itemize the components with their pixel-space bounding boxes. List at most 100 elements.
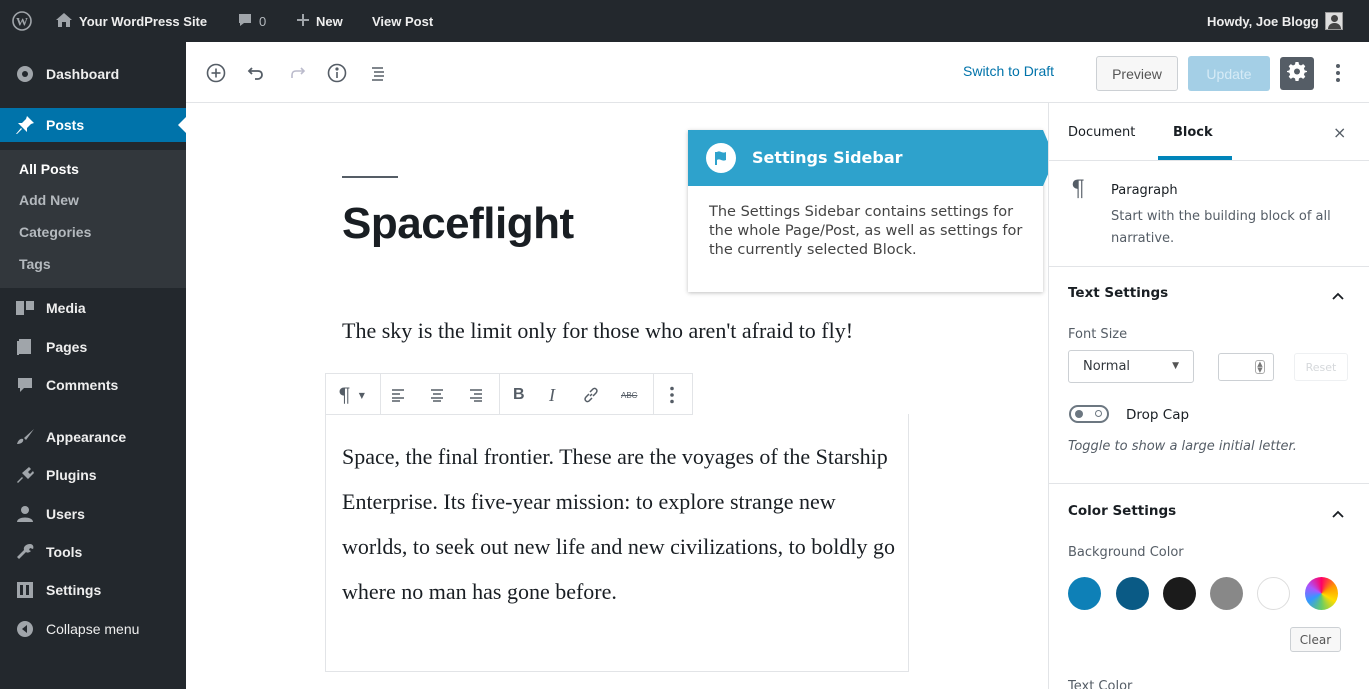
paragraph-icon: ¶	[338, 383, 351, 407]
wordpress-logo-icon[interactable]: W	[12, 0, 32, 42]
pages-icon	[14, 336, 36, 358]
sidebar-item-media[interactable]: Media	[0, 291, 186, 325]
font-size-value: Normal	[1083, 359, 1131, 374]
block-switcher-button[interactable]: ¶ ▼	[338, 383, 365, 407]
text-settings-toggle[interactable]: Text Settings	[1068, 285, 1168, 301]
paragraph-block[interactable]: The sky is the limit only for those who …	[342, 312, 902, 374]
color-settings-toggle[interactable]: Color Settings	[1068, 503, 1176, 519]
title-separator	[342, 176, 398, 178]
settings-toggle-button[interactable]	[1280, 57, 1314, 90]
sidebar-item-posts[interactable]: Posts	[0, 108, 186, 142]
sidebar-tabs: Document Block ×	[1049, 103, 1369, 161]
align-right-icon[interactable]	[468, 384, 484, 406]
link-icon[interactable]	[582, 384, 600, 406]
posts-submenu: All Posts Add New Categories Tags	[0, 150, 186, 288]
chevron-up-icon[interactable]	[1332, 505, 1344, 524]
reset-font-size-button[interactable]: Reset	[1294, 353, 1348, 381]
sidebar-item-plugins[interactable]: Plugins	[0, 458, 186, 492]
redo-icon[interactable]	[284, 60, 310, 86]
tab-document[interactable]: Document	[1068, 125, 1135, 140]
sidebar-item-settings[interactable]: Settings	[0, 573, 186, 607]
post-title[interactable]: Spaceflight	[342, 199, 574, 249]
site-name-link[interactable]: Your WordPress Site	[55, 0, 207, 42]
info-icon[interactable]	[324, 60, 350, 86]
block-navigation-icon[interactable]	[365, 60, 391, 86]
strikethrough-button[interactable]: ABC	[621, 384, 637, 406]
sidebar-item-label: Dashboard	[46, 66, 120, 82]
color-swatch-white[interactable]	[1257, 577, 1290, 610]
plus-icon	[296, 13, 310, 30]
update-button[interactable]: Update	[1188, 56, 1270, 91]
wrench-icon	[14, 541, 36, 563]
submenu-tags[interactable]: Tags	[19, 256, 51, 272]
admin-sidebar: Dashboard Posts All Posts Add New Catego…	[0, 42, 186, 689]
drop-cap-help: Toggle to show a large initial letter.	[1068, 439, 1297, 454]
new-content-link[interactable]: New	[296, 0, 343, 42]
paragraph-block-text[interactable]: Space, the final frontier. These are the…	[342, 434, 897, 614]
avatar	[1324, 12, 1343, 30]
toolbar-divider	[499, 374, 500, 415]
add-block-icon[interactable]	[203, 60, 229, 86]
align-left-icon[interactable]	[390, 384, 406, 406]
close-icon[interactable]: ×	[1333, 123, 1346, 142]
paragraph-icon: ¶	[1071, 177, 1085, 202]
custom-color-picker-swatch[interactable]	[1305, 577, 1338, 610]
view-post-link[interactable]: View Post	[372, 0, 433, 42]
spinner-icon[interactable]: ▲ ▼	[1255, 360, 1265, 374]
sidebar-item-label: Comments	[46, 377, 119, 393]
drop-cap-label: Drop Cap	[1126, 407, 1190, 423]
comment-bubble-icon	[237, 12, 253, 31]
toolbar-divider	[653, 374, 654, 415]
italic-button[interactable]: I	[549, 384, 555, 406]
chevron-up-icon[interactable]	[1332, 287, 1344, 306]
block-card: ¶ Paragraph Start with the building bloc…	[1049, 161, 1369, 267]
account-menu[interactable]: Howdy, Joe Blogg	[1207, 0, 1343, 42]
color-swatch-dark-blue[interactable]	[1116, 577, 1149, 610]
sidebar-item-label: Pages	[46, 339, 88, 355]
submenu-add-new[interactable]: Add New	[19, 192, 79, 208]
text-color-label: Text Color	[1068, 679, 1133, 689]
sidebar-item-pages[interactable]: Pages	[0, 330, 186, 364]
submenu-all-posts[interactable]: All Posts	[19, 161, 79, 177]
callout-header: Settings Sidebar	[688, 130, 1043, 186]
media-icon	[14, 297, 36, 319]
color-swatch-black[interactable]	[1163, 577, 1196, 610]
sidebar-item-tools[interactable]: Tools	[0, 535, 186, 569]
collapse-menu-button[interactable]: Collapse menu	[0, 612, 186, 646]
align-center-icon[interactable]	[429, 384, 445, 406]
users-icon	[14, 503, 36, 525]
dashboard-icon	[14, 63, 36, 85]
bold-button[interactable]: B	[513, 384, 525, 406]
font-size-select[interactable]: Normal ▼	[1068, 350, 1194, 383]
sidebar-item-users[interactable]: Users	[0, 497, 186, 531]
block-more-options-icon[interactable]	[670, 384, 674, 406]
home-icon	[55, 12, 73, 31]
active-tab-indicator	[1158, 156, 1232, 160]
chevron-down-icon: ▼	[1172, 361, 1179, 371]
comments-count: 0	[259, 13, 267, 29]
submenu-categories[interactable]: Categories	[19, 224, 91, 240]
plugin-icon	[14, 464, 36, 486]
drop-cap-toggle[interactable]	[1069, 405, 1109, 423]
more-options-icon[interactable]	[1328, 59, 1348, 87]
sidebar-item-comments[interactable]: Comments	[0, 368, 186, 402]
current-menu-arrow	[178, 117, 186, 133]
switch-to-draft-button[interactable]: Switch to Draft	[963, 63, 1054, 79]
collapse-arrow-icon	[14, 618, 36, 640]
color-swatch-light-blue[interactable]	[1068, 577, 1101, 610]
comments-link[interactable]: 0	[237, 0, 266, 42]
flag-icon	[706, 143, 736, 173]
clear-color-button[interactable]: Clear	[1290, 627, 1341, 652]
sidebar-item-label: Tools	[46, 544, 83, 560]
sidebar-item-dashboard[interactable]: Dashboard	[0, 57, 186, 91]
color-swatch-gray[interactable]	[1210, 577, 1243, 610]
sidebar-item-label: Users	[46, 506, 85, 522]
sidebar-item-appearance[interactable]: Appearance	[0, 420, 186, 454]
settings-sidebar: Document Block × ¶ Paragraph Start with …	[1048, 103, 1369, 689]
preview-button[interactable]: Preview	[1096, 56, 1178, 91]
tab-block[interactable]: Block	[1173, 125, 1213, 140]
custom-font-size-input[interactable]: ▲ ▼	[1218, 353, 1274, 381]
block-name: Paragraph	[1111, 183, 1178, 198]
gear-icon	[1287, 61, 1307, 86]
undo-icon[interactable]	[243, 60, 269, 86]
